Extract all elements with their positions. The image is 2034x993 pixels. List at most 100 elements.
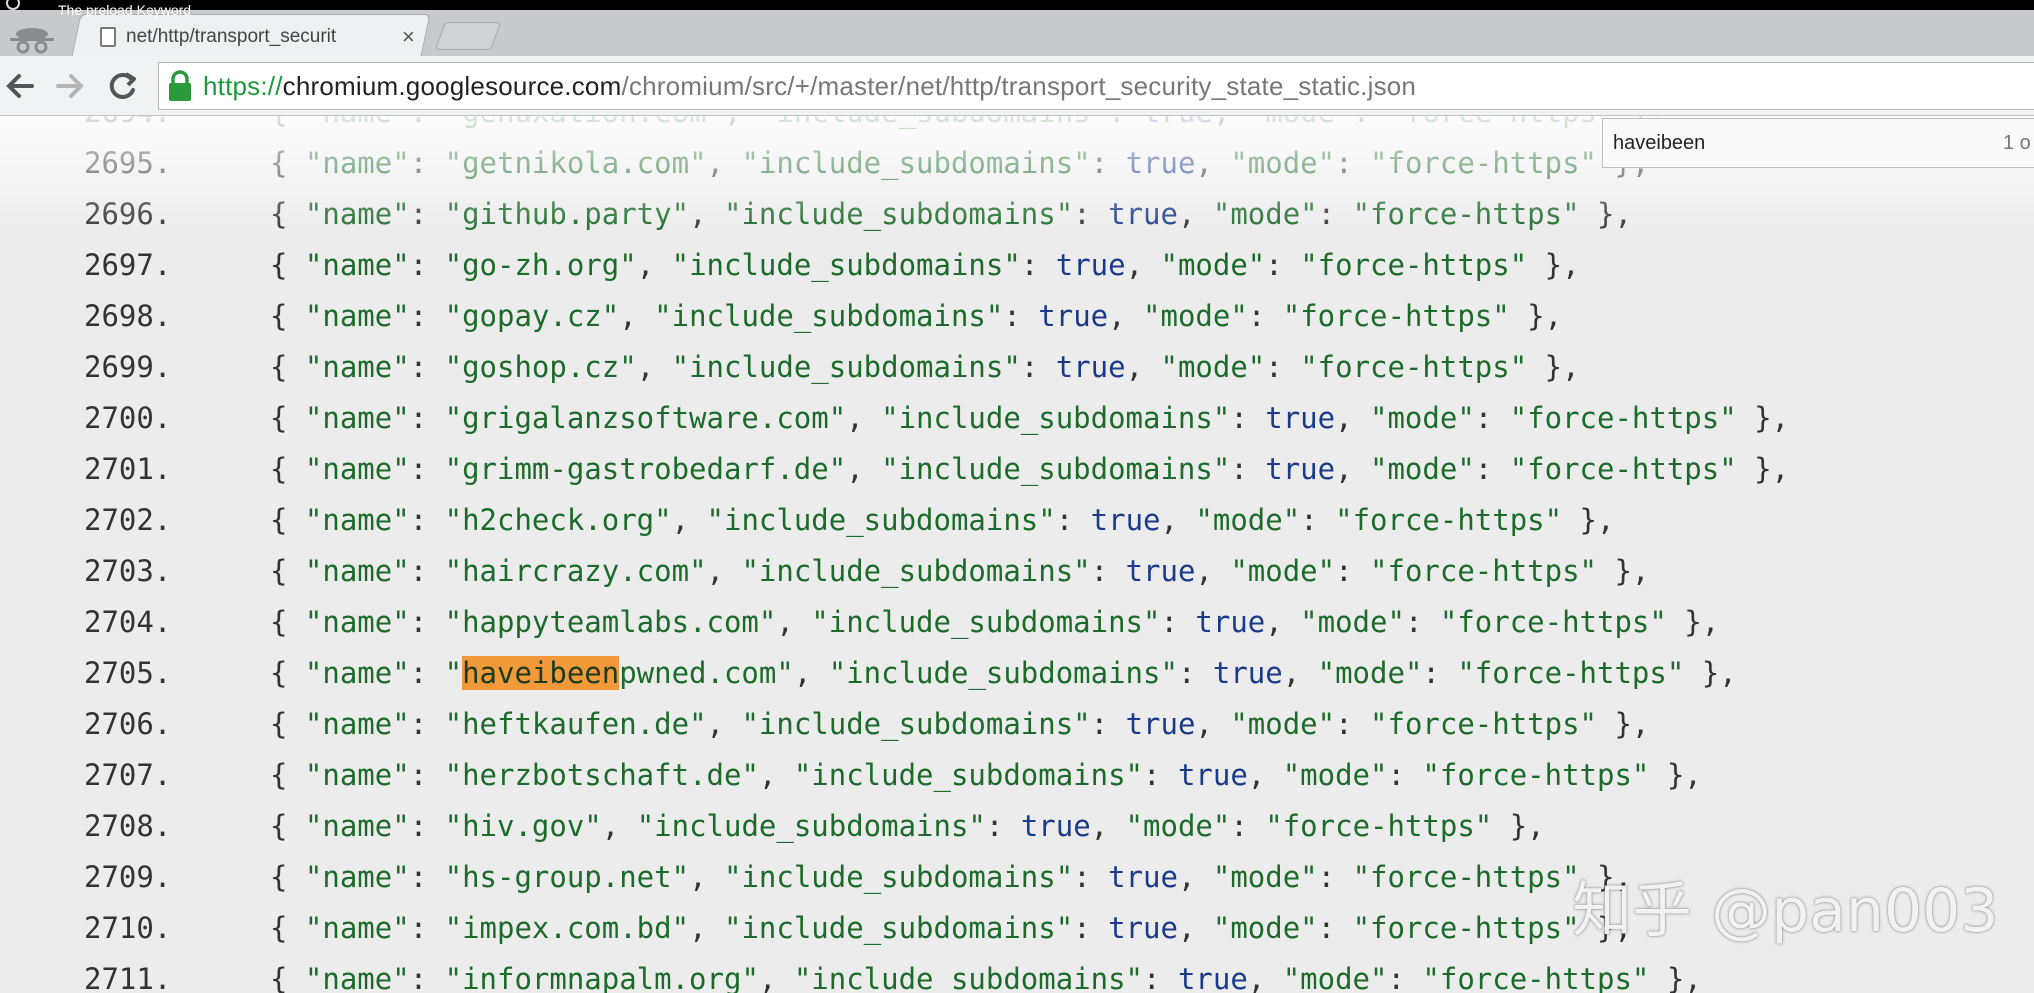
value-force-https: "force-https" <box>1422 758 1650 792</box>
line-number: 2711. <box>84 962 172 993</box>
key-mode: "mode" <box>1370 401 1475 435</box>
brace-open: { <box>270 758 305 792</box>
comma: , <box>1213 116 1248 129</box>
line-number: 2696. <box>84 197 172 231</box>
domain-value: hiv.gov <box>462 809 585 843</box>
url-text: https://chromium.googlesource.com/chromi… <box>203 71 1416 102</box>
colon: : <box>410 116 445 129</box>
brace-open: { <box>270 299 305 333</box>
key-include-subdomains: "include_subdomains" <box>741 146 1091 180</box>
value-true: true <box>1177 962 1248 993</box>
colon: : <box>1265 248 1301 282</box>
key-name: "name" <box>304 503 410 537</box>
search-highlight: haveibeen <box>462 656 620 690</box>
code-text: { "name": "haircrazy.com", "include_subd… <box>270 546 1649 597</box>
key-include-subdomains: "include_subdomains" <box>793 758 1144 792</box>
colon: : <box>1055 503 1091 537</box>
key-include-subdomains: "include_subdomains" <box>811 605 1161 639</box>
comma: , <box>724 116 759 129</box>
comma: , <box>846 401 882 435</box>
brace-close: }, <box>1649 962 1702 993</box>
key-mode: "mode" <box>1230 146 1336 180</box>
colon: : <box>1020 248 1056 282</box>
back-arrow-icon[interactable] <box>0 66 40 106</box>
comma: , <box>689 197 724 231</box>
url-host: chromium.googlesource.com <box>282 70 622 101</box>
comma: , <box>1282 656 1318 690</box>
line-number: 2702. <box>84 503 172 537</box>
find-match-count: 1 o <box>2003 131 2031 154</box>
value-force-https: "force-https" <box>1370 707 1598 741</box>
value-true: true <box>1020 809 1091 843</box>
quote: " <box>654 503 672 537</box>
value-force-https: "force-https" <box>1370 146 1598 180</box>
quote: " <box>671 911 690 945</box>
quote: " <box>444 350 463 384</box>
quote: " <box>444 809 463 843</box>
value-true: true <box>1108 197 1178 231</box>
comma: , <box>1125 350 1161 384</box>
colon: : <box>1108 116 1143 129</box>
url-path: /chromium/src/+/master/net/http/transpor… <box>621 70 1417 101</box>
comma: , <box>689 911 724 945</box>
value-force-https: "force-https" <box>1352 197 1580 231</box>
colon: : <box>1177 656 1213 690</box>
code-text: { "name": "grimm-gastrobedarf.de", "incl… <box>270 444 1789 495</box>
line-number: 2706. <box>84 707 172 741</box>
colon: : <box>1073 911 1109 945</box>
line-number: 2698. <box>84 299 172 333</box>
forward-arrow-icon[interactable] <box>50 66 90 106</box>
key-name: "name" <box>304 911 410 945</box>
key-mode: "mode" <box>1212 911 1318 945</box>
address-bar[interactable]: https://chromium.googlesource.com/chromi… <box>158 62 2034 110</box>
quote: " <box>758 605 777 639</box>
key-name: "name" <box>304 197 410 231</box>
colon: : <box>1387 962 1423 993</box>
quote: " <box>444 962 463 993</box>
colon: : <box>409 605 445 639</box>
watermark: 知乎 @pan003 <box>1572 876 1999 946</box>
find-input[interactable] <box>1613 125 2003 161</box>
domain-value: gopay.cz <box>462 299 602 333</box>
quote: " <box>444 911 463 945</box>
quote: " <box>444 401 463 435</box>
key-mode: "mode" <box>1160 350 1266 384</box>
new-tab-button[interactable] <box>434 22 502 50</box>
colon: : <box>1317 860 1353 894</box>
key-include-subdomains: "include_subdomains" <box>828 656 1178 690</box>
reload-icon[interactable] <box>102 66 142 106</box>
key-include-subdomains: "include_subdomains" <box>723 911 1074 945</box>
key-include-subdomains: "include_subdomains" <box>706 503 1056 537</box>
brace-close: }, <box>1527 248 1580 282</box>
key-mode: "mode" <box>1212 860 1318 894</box>
brace-close: }, <box>1736 452 1790 486</box>
code-line: 2704. { "name": "happyteamlabs.com", "inc… <box>0 597 2034 648</box>
value-true: true <box>1212 656 1283 690</box>
comma: , <box>636 248 672 282</box>
line-number: 2700. <box>84 401 172 435</box>
video-title: The preload Keyword <box>58 2 192 18</box>
key-mode: "mode" <box>1160 248 1266 282</box>
key-include-subdomains: "include_subdomains" <box>671 248 1021 282</box>
comma: , <box>1195 146 1231 180</box>
quote: " <box>444 860 463 894</box>
domain-value: goshop.cz <box>462 350 620 384</box>
key-name: "name" <box>305 116 410 129</box>
lock-icon <box>169 70 191 101</box>
quote: " <box>671 860 690 894</box>
key-include-subdomains: "include_subdomains" <box>881 452 1231 486</box>
tab-close-icon[interactable]: × <box>402 24 415 50</box>
value-true: true <box>1038 299 1109 333</box>
key-mode: "mode" <box>1370 452 1475 486</box>
key-mode: "mode" <box>1282 758 1388 792</box>
brace-open: { <box>270 962 305 993</box>
colon: : <box>1422 656 1458 690</box>
colon: : <box>409 554 445 588</box>
value-true: true <box>1055 350 1126 384</box>
comma: , <box>1195 707 1231 741</box>
quote: " <box>444 605 463 639</box>
key-include-subdomains: "include_subdomains" <box>723 197 1074 231</box>
colon: : <box>1230 401 1266 435</box>
colon: : <box>1353 116 1388 129</box>
value-force-https: "force-https" <box>1370 554 1598 588</box>
